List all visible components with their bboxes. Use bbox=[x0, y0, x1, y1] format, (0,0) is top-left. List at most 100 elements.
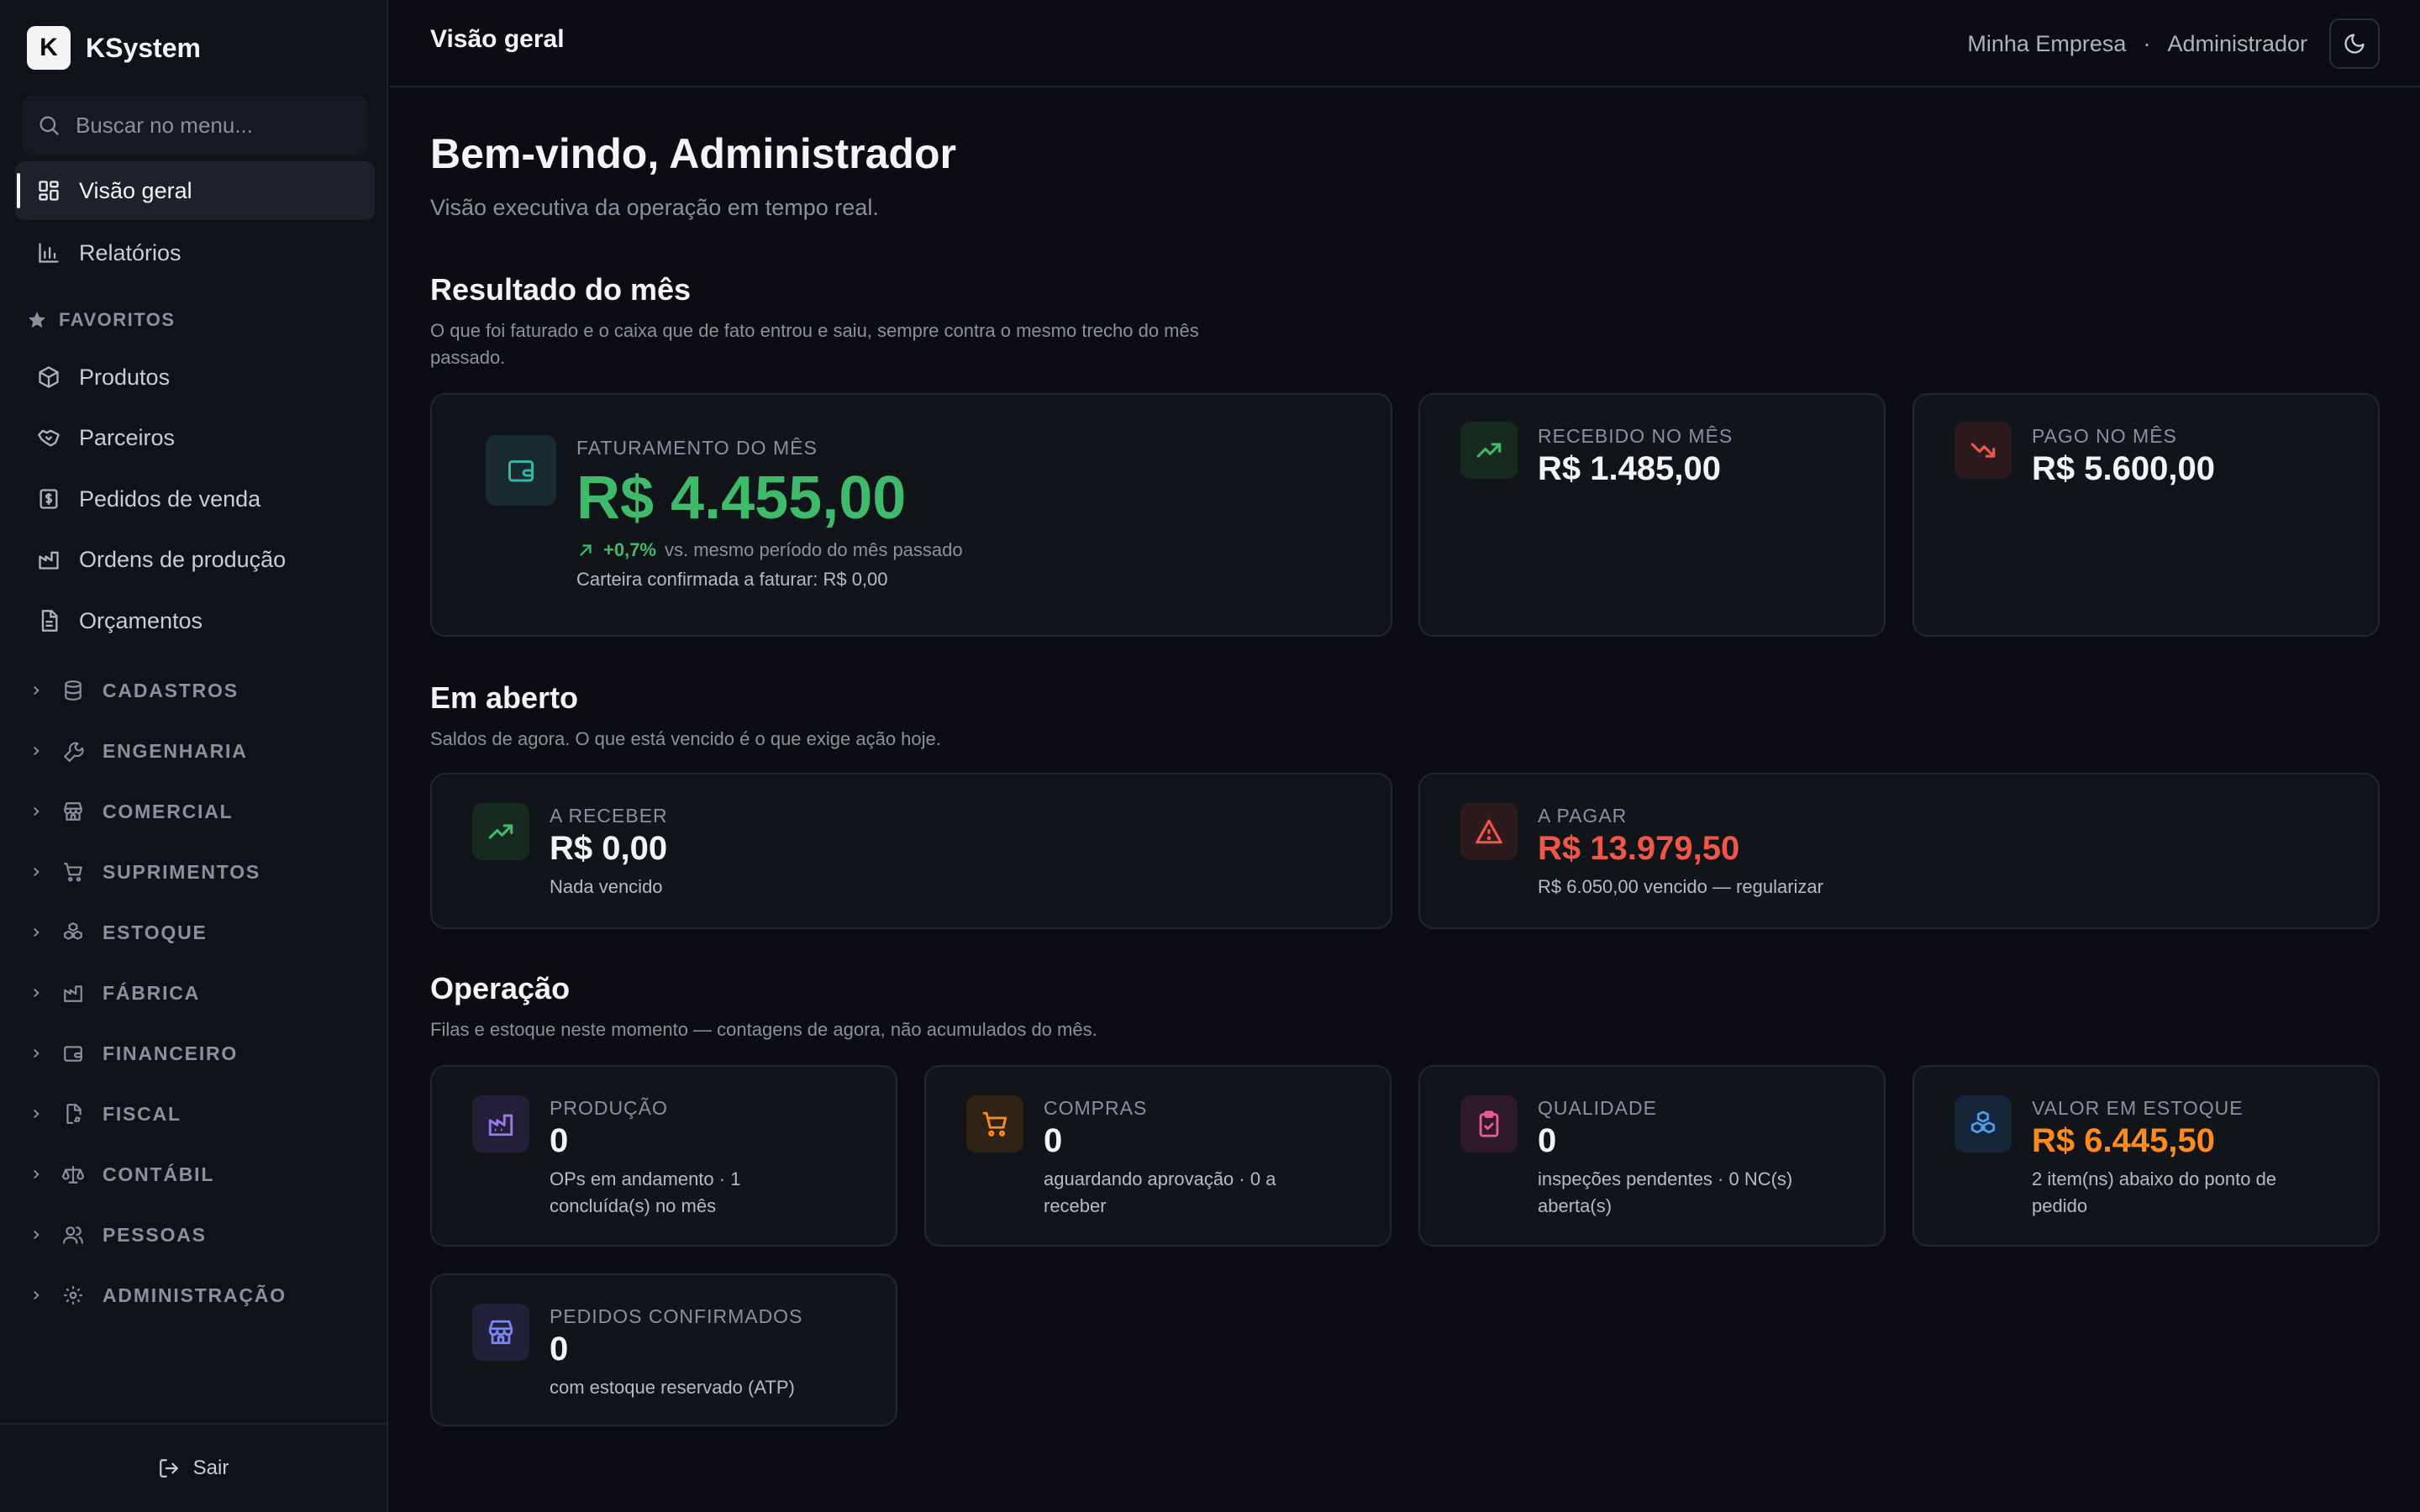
nav-group-pessoas[interactable]: PESSOAS bbox=[29, 1214, 207, 1256]
nav-group-cadastros[interactable]: CADASTROS bbox=[29, 669, 239, 711]
company-name[interactable]: Minha Empresa bbox=[1967, 31, 2126, 57]
main-content: Bem-vindo, Administrador Visão executiva… bbox=[390, 87, 2420, 1512]
star-icon bbox=[27, 310, 47, 330]
trending-up-icon bbox=[472, 803, 529, 860]
confirmed-orders-label: PEDIDOS CONFIRMADOS bbox=[550, 1305, 803, 1327]
billing-value: R$ 4.455,00 bbox=[576, 465, 907, 532]
quality-value: 0 bbox=[1538, 1122, 1557, 1159]
nav-item-relatorios[interactable]: Relatórios bbox=[15, 223, 375, 282]
nav-group-engenharia[interactable]: ENGENHARIA bbox=[29, 730, 248, 772]
theme-toggle-button[interactable] bbox=[2329, 18, 2380, 69]
paid-label: PAGO NO MÊS bbox=[2032, 425, 2177, 447]
moon-icon bbox=[2343, 32, 2366, 55]
search-input[interactable] bbox=[76, 112, 345, 139]
nav-item-label: Visão geral bbox=[79, 177, 192, 203]
brand-name: KSystem bbox=[86, 32, 201, 63]
received-label: RECEBIDO NO MÊS bbox=[1538, 425, 1733, 447]
paid-card[interactable]: PAGO NO MÊS R$ 5.600,00 bbox=[1912, 393, 2380, 637]
payable-card[interactable]: A PAGAR R$ 13.979,50 R$ 6.050,00 vencido… bbox=[1418, 773, 2380, 929]
trending-down-icon bbox=[1954, 422, 2012, 479]
nav-item-label: Pedidos de venda bbox=[79, 486, 261, 512]
bar-chart-icon bbox=[37, 241, 60, 265]
logout-icon bbox=[158, 1457, 180, 1479]
payable-label: A PAGAR bbox=[1538, 805, 1628, 827]
chevron-right-icon bbox=[29, 1227, 44, 1242]
billing-delta-row: +0,7% vs. mesmo período do mês passado bbox=[576, 539, 963, 561]
quality-card[interactable]: QUALIDADE 0 inspeções pendentes · 0 NC(s… bbox=[1418, 1065, 1886, 1247]
nav-item-label: Ordens de produção bbox=[79, 546, 287, 572]
wallet-icon bbox=[486, 435, 556, 506]
separator: · bbox=[2143, 30, 2151, 56]
quality-note: inspeções pendentes · 0 NC(s) aberta(s) bbox=[1538, 1168, 1793, 1216]
purchases-value: 0 bbox=[1044, 1122, 1063, 1159]
nav-item-ordens-de-producao[interactable]: Ordens de produção bbox=[15, 530, 375, 589]
section-title-operation: Operação bbox=[430, 971, 571, 1005]
logout-button[interactable]: Sair bbox=[0, 1423, 387, 1512]
purchases-card[interactable]: COMPRAS 0 aguardando aprovação · 0 a rec… bbox=[924, 1065, 1392, 1247]
wrench-icon bbox=[62, 740, 84, 762]
production-note: OPs em andamento · 1 concluída(s) no mês bbox=[550, 1168, 741, 1216]
nav-item-orcamentos[interactable]: Orçamentos bbox=[15, 591, 375, 650]
nav-item-visao-geral[interactable]: Visão geral bbox=[15, 161, 375, 220]
arrow-up-right-icon bbox=[576, 541, 595, 559]
scale-icon bbox=[62, 1163, 84, 1185]
nav-group-financeiro[interactable]: FINANCEIRO bbox=[29, 1032, 238, 1074]
confirmed-orders-note: com estoque reservado (ATP) bbox=[550, 1377, 795, 1398]
sidebar: K KSystem Visão geral Relatórios FAVORIT… bbox=[0, 0, 388, 1512]
confirmed-orders-card[interactable]: PEDIDOS CONFIRMADOS 0 com estoque reserv… bbox=[430, 1273, 897, 1426]
users-icon bbox=[62, 1224, 84, 1246]
stock-value-card[interactable]: VALOR EM ESTOQUE R$ 6.445,50 2 item(ns) … bbox=[1912, 1065, 2380, 1247]
section-desc-month: O que foi faturado e o caixa que de fato… bbox=[430, 320, 1199, 368]
store-icon bbox=[472, 1304, 529, 1361]
production-value: 0 bbox=[550, 1122, 569, 1159]
nav-item-label: Produtos bbox=[79, 364, 171, 390]
package-icon bbox=[37, 365, 60, 389]
user-name[interactable]: Administrador bbox=[2167, 31, 2307, 57]
nav-item-pedidos-de-venda[interactable]: Pedidos de venda bbox=[15, 470, 375, 528]
factory-icon bbox=[472, 1095, 529, 1152]
chevron-right-icon bbox=[29, 1106, 44, 1121]
nav-item-label: Relatórios bbox=[79, 239, 182, 265]
nav-group-contabil[interactable]: CONTÁBIL bbox=[29, 1153, 214, 1195]
received-value: R$ 1.485,00 bbox=[1538, 450, 1721, 487]
billing-delta-text: vs. mesmo período do mês passado bbox=[665, 539, 963, 560]
favorites-header: FAVORITOS bbox=[27, 309, 176, 331]
purchases-note: aguardando aprovação · 0 a receber bbox=[1044, 1168, 1276, 1216]
chevron-right-icon bbox=[29, 804, 44, 819]
purchases-label: COMPRAS bbox=[1044, 1097, 1148, 1119]
store-icon bbox=[62, 801, 84, 822]
nav-group-administracao[interactable]: ADMINISTRAÇÃO bbox=[29, 1274, 287, 1316]
billing-card[interactable]: FATURAMENTO DO MÊS R$ 4.455,00 +0,7% vs.… bbox=[430, 393, 1392, 637]
factory-icon bbox=[37, 548, 60, 571]
nav-group-suprimentos[interactable]: SUPRIMENTOS bbox=[29, 851, 260, 893]
search-icon bbox=[37, 113, 60, 137]
received-card[interactable]: RECEBIDO NO MÊS R$ 1.485,00 bbox=[1418, 393, 1886, 637]
alert-triangle-icon bbox=[1460, 803, 1518, 860]
nav-item-produtos[interactable]: Produtos bbox=[15, 348, 375, 407]
section-title-month: Resultado do mês bbox=[430, 272, 692, 307]
menu-search[interactable] bbox=[22, 96, 368, 155]
topbar-right: Minha Empresa · Administrador bbox=[1967, 18, 2380, 69]
nav-group-fabrica[interactable]: FÁBRICA bbox=[29, 972, 200, 1014]
brand[interactable]: K KSystem bbox=[27, 25, 201, 71]
file-signature-icon bbox=[62, 1103, 84, 1125]
nav-group-estoque[interactable]: ESTOQUE bbox=[29, 911, 208, 953]
page-title: Visão geral bbox=[430, 25, 565, 53]
boxes-icon bbox=[1954, 1095, 2012, 1152]
receipt-icon bbox=[37, 487, 60, 511]
cart-icon bbox=[62, 861, 84, 883]
chevron-right-icon bbox=[29, 985, 44, 1000]
dashboard-icon bbox=[37, 179, 60, 202]
production-card[interactable]: PRODUÇÃO 0 OPs em andamento · 1 concluíd… bbox=[430, 1065, 897, 1247]
chevron-right-icon bbox=[29, 1167, 44, 1182]
section-desc-operation: Filas e estoque neste momento — contagen… bbox=[430, 1019, 1097, 1040]
nav-group-comercial[interactable]: COMERCIAL bbox=[29, 790, 233, 832]
nav-item-parceiros[interactable]: Parceiros bbox=[15, 408, 375, 467]
logout-label: Sair bbox=[192, 1457, 229, 1479]
receivable-value: R$ 0,00 bbox=[550, 830, 668, 867]
receivable-card[interactable]: A RECEBER R$ 0,00 Nada vencido bbox=[430, 773, 1392, 929]
nav-group-fiscal[interactable]: FISCAL bbox=[29, 1093, 182, 1135]
receivable-label: A RECEBER bbox=[550, 805, 668, 827]
factory-icon bbox=[62, 982, 84, 1004]
billing-delta: +0,7% bbox=[603, 539, 656, 560]
